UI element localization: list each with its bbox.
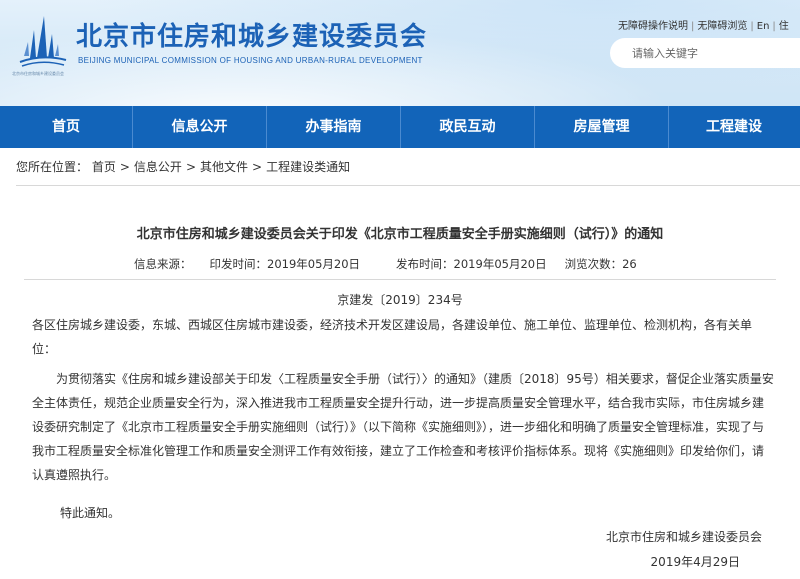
publish-time-value: 2019年05月20日 — [453, 257, 547, 271]
separator: | — [691, 21, 695, 32]
site-subtitle: BEIJING MUNICIPAL COMMISSION OF HOUSING … — [78, 56, 423, 65]
issue-time-label: 印发时间： — [209, 257, 268, 271]
commission-logo-icon[interactable] — [14, 12, 70, 70]
nav-item-housing[interactable]: 房屋管理 — [535, 106, 669, 148]
breadcrumb-prefix: 您所在位置： — [16, 160, 89, 174]
english-link[interactable]: En — [757, 21, 770, 32]
view-count-label: 浏览次数： — [564, 257, 623, 271]
view-count-value: 26 — [622, 257, 637, 271]
breadcrumb: 您所在位置： 首页 > 信息公开 > 其他文件 > 工程建设类通知 — [16, 158, 800, 186]
breadcrumb-separator: > — [119, 160, 130, 174]
breadcrumb-info[interactable]: 信息公开 — [134, 160, 182, 174]
separator: | — [772, 21, 776, 32]
nav-item-interaction[interactable]: 政民互动 — [401, 106, 535, 148]
breadcrumb-home[interactable]: 首页 — [92, 160, 116, 174]
article-paragraph-recipients: 各区住房城乡建设委，东城、西城区住房城市建设委，经济技术开发区建设局，各建设单位… — [32, 318, 753, 356]
signature-date: 2019年4月29日 — [650, 555, 740, 569]
accessible-browse-link[interactable]: 无障碍浏览 — [697, 21, 747, 32]
article-paragraph-body: 为贯彻落实《住房和城乡建设部关于印发〈工程质量安全手册（试行）〉的通知》（建质〔… — [32, 372, 774, 482]
article-title: 北京市住房和城乡建设委员会关于印发《北京市工程质量安全手册实施细则（试行）》的通… — [136, 227, 664, 242]
article-meta: 信息来源： 印发时间：2019年05月20日 发布时间：2019年05月20日 浏览次… — [134, 256, 637, 272]
breadcrumb-separator: > — [252, 160, 263, 174]
separator: | — [750, 21, 754, 32]
logo-caption: 北京市住房和城乡建设委员会 — [12, 71, 64, 76]
breadcrumb-separator: > — [185, 160, 196, 174]
signature-organization: 北京市住房和城乡建设委员会 — [605, 530, 762, 544]
nav-item-construction[interactable]: 工程建设 — [669, 106, 799, 148]
search-input[interactable] — [610, 38, 790, 68]
utility-links: 无障碍操作说明 | 无障碍浏览 | En | 住 — [618, 17, 789, 32]
site-title[interactable]: 北京市住房和城乡建设委员会 — [76, 16, 427, 53]
breadcrumb-current[interactable]: 工程建设类通知 — [266, 160, 350, 174]
publish-time-label: 发布时间： — [396, 257, 454, 271]
source-label: 信息来源： — [134, 257, 192, 271]
nav-item-info-disclosure[interactable]: 信息公开 — [133, 106, 267, 148]
breadcrumb-other-docs[interactable]: 其他文件 — [200, 160, 248, 174]
site-header: 北京市住房和城乡建设委员会 北京市住房和城乡建设委员会 BEIJING MUNI… — [0, 0, 800, 106]
document-number: 京建发〔2019〕234号 — [337, 293, 463, 307]
issue-time-value: 2019年05月20日 — [267, 257, 361, 271]
residence-link[interactable]: 住 — [779, 21, 789, 32]
nav-item-service-guide[interactable]: 办事指南 — [267, 106, 401, 148]
article-paragraph-closing: 特此通知。 — [60, 506, 121, 520]
accessibility-guide-link[interactable]: 无障碍操作说明 — [618, 21, 688, 32]
main-nav: 首页 信息公开 办事指南 政民互动 房屋管理 工程建设 — [0, 106, 800, 148]
nav-item-home[interactable]: 首页 — [0, 106, 133, 148]
search-box — [610, 38, 800, 68]
meta-divider — [24, 279, 776, 280]
